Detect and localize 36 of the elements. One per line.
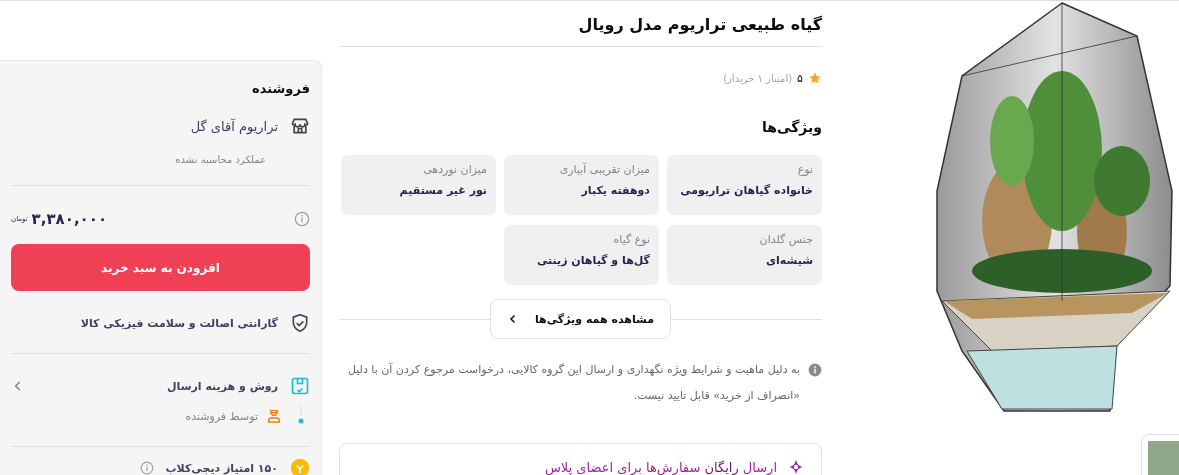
plus-banner-text: ارسال رایگان سفارش‌ها برای اعضای پلاس bbox=[544, 459, 777, 475]
store-icon bbox=[290, 116, 310, 136]
spec-label: نوع bbox=[796, 163, 813, 176]
seller-heading: فروشنده bbox=[251, 81, 310, 96]
person-icon bbox=[266, 408, 282, 424]
spec-label: جنس گلدان bbox=[758, 233, 813, 246]
info-icon[interactable] bbox=[294, 211, 310, 227]
star-icon bbox=[808, 71, 822, 85]
seller-performance: عملکرد محاسبه نشده bbox=[174, 154, 266, 165]
guarantee-text: گارانتی اصالت و سلامت فیزیکی کالا bbox=[80, 316, 278, 330]
shipping-by-text: توسط فروشنده bbox=[185, 409, 258, 423]
sparkle-icon bbox=[787, 458, 805, 475]
rating-value: ۵ bbox=[797, 71, 803, 85]
spec-value: گل‌ها و گیاهان زینتی bbox=[535, 254, 650, 267]
price: ۳,۳۸۰,۰۰۰ bbox=[31, 210, 108, 228]
view-all-specs-button[interactable]: مشاهده همه ویژگی‌ها bbox=[490, 299, 672, 339]
product-title: گیاه طبیعی تراریوم مدل رویال bbox=[339, 1, 822, 47]
club-points-text: ۱۵۰ امتیاز دیجی‌کلاب bbox=[165, 461, 278, 475]
rating-count: (امتیاز ۱ خریدار) bbox=[723, 72, 793, 84]
spec-label: میزان تقریبی آبیاری bbox=[558, 163, 650, 176]
shield-check-icon bbox=[290, 313, 310, 333]
info-icon bbox=[808, 363, 822, 377]
package-icon bbox=[290, 376, 310, 396]
timeline-dot-icon bbox=[298, 406, 304, 426]
section-heading: ویژگی‌ها bbox=[761, 119, 822, 135]
spec-value: خانواده گیاهان تراریومی bbox=[679, 184, 813, 197]
add-to-cart-button[interactable]: افزودن به سبد خرید bbox=[11, 244, 310, 291]
seller-name[interactable]: تراریوم آقای گل bbox=[190, 118, 278, 134]
spec-value: دوهفته یکبار bbox=[580, 184, 650, 197]
shipping-method-link[interactable]: روش و هزینه ارسال bbox=[37, 379, 278, 393]
info-icon[interactable] bbox=[139, 461, 154, 475]
return-policy-notice: به دلیل ماهیت و شرایط ویژه نگهداری و ارسال این گروه کالایی، درخواست مرجوع کردن آن با دلیل «انصراف از خرید» قابل تایید نیست. bbox=[346, 361, 800, 404]
spec-value: شیشه‌ای bbox=[764, 254, 813, 267]
spec-label: میزان نوردهی bbox=[422, 163, 487, 176]
spec-value: نور غیر مستقیم bbox=[398, 184, 487, 197]
spec-label: نوع گیاه bbox=[612, 233, 650, 246]
